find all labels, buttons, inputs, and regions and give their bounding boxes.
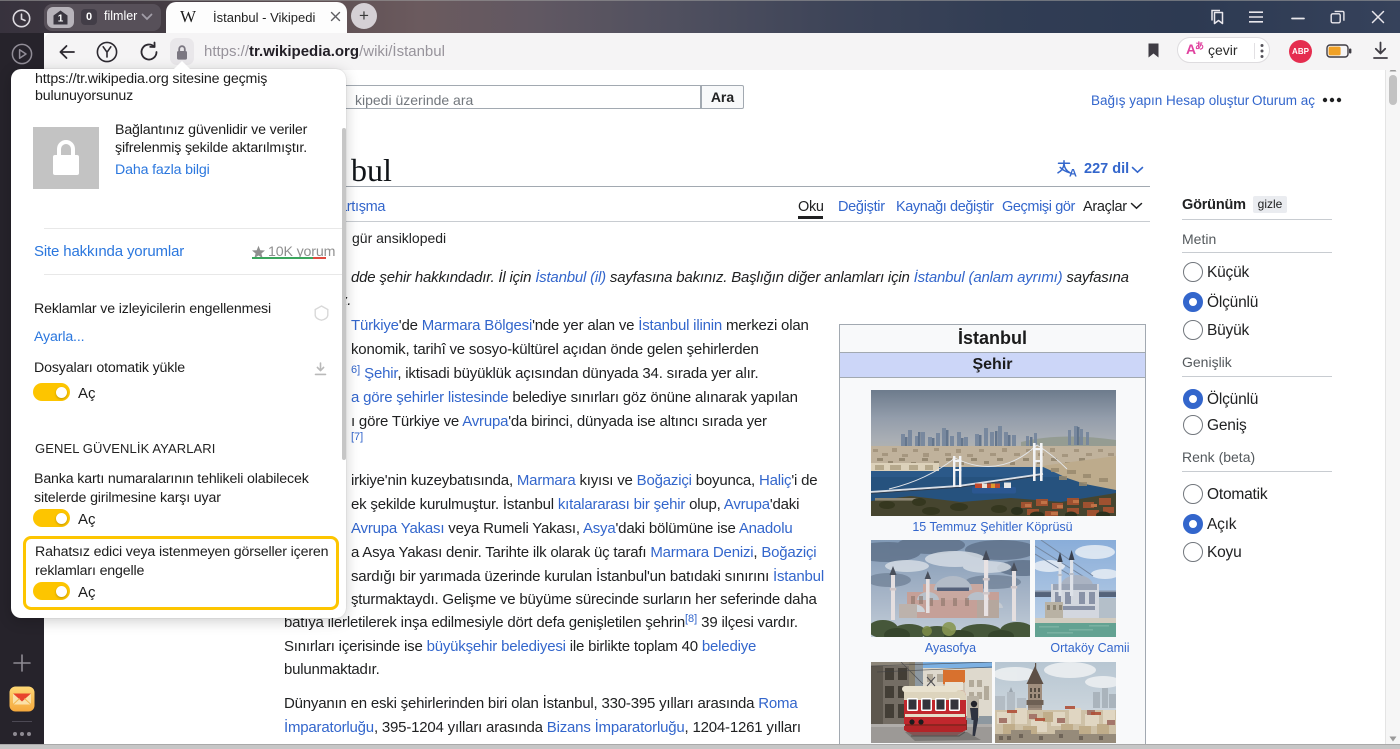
svg-text:A: A: [1069, 168, 1077, 178]
svg-text:1: 1: [58, 14, 64, 25]
